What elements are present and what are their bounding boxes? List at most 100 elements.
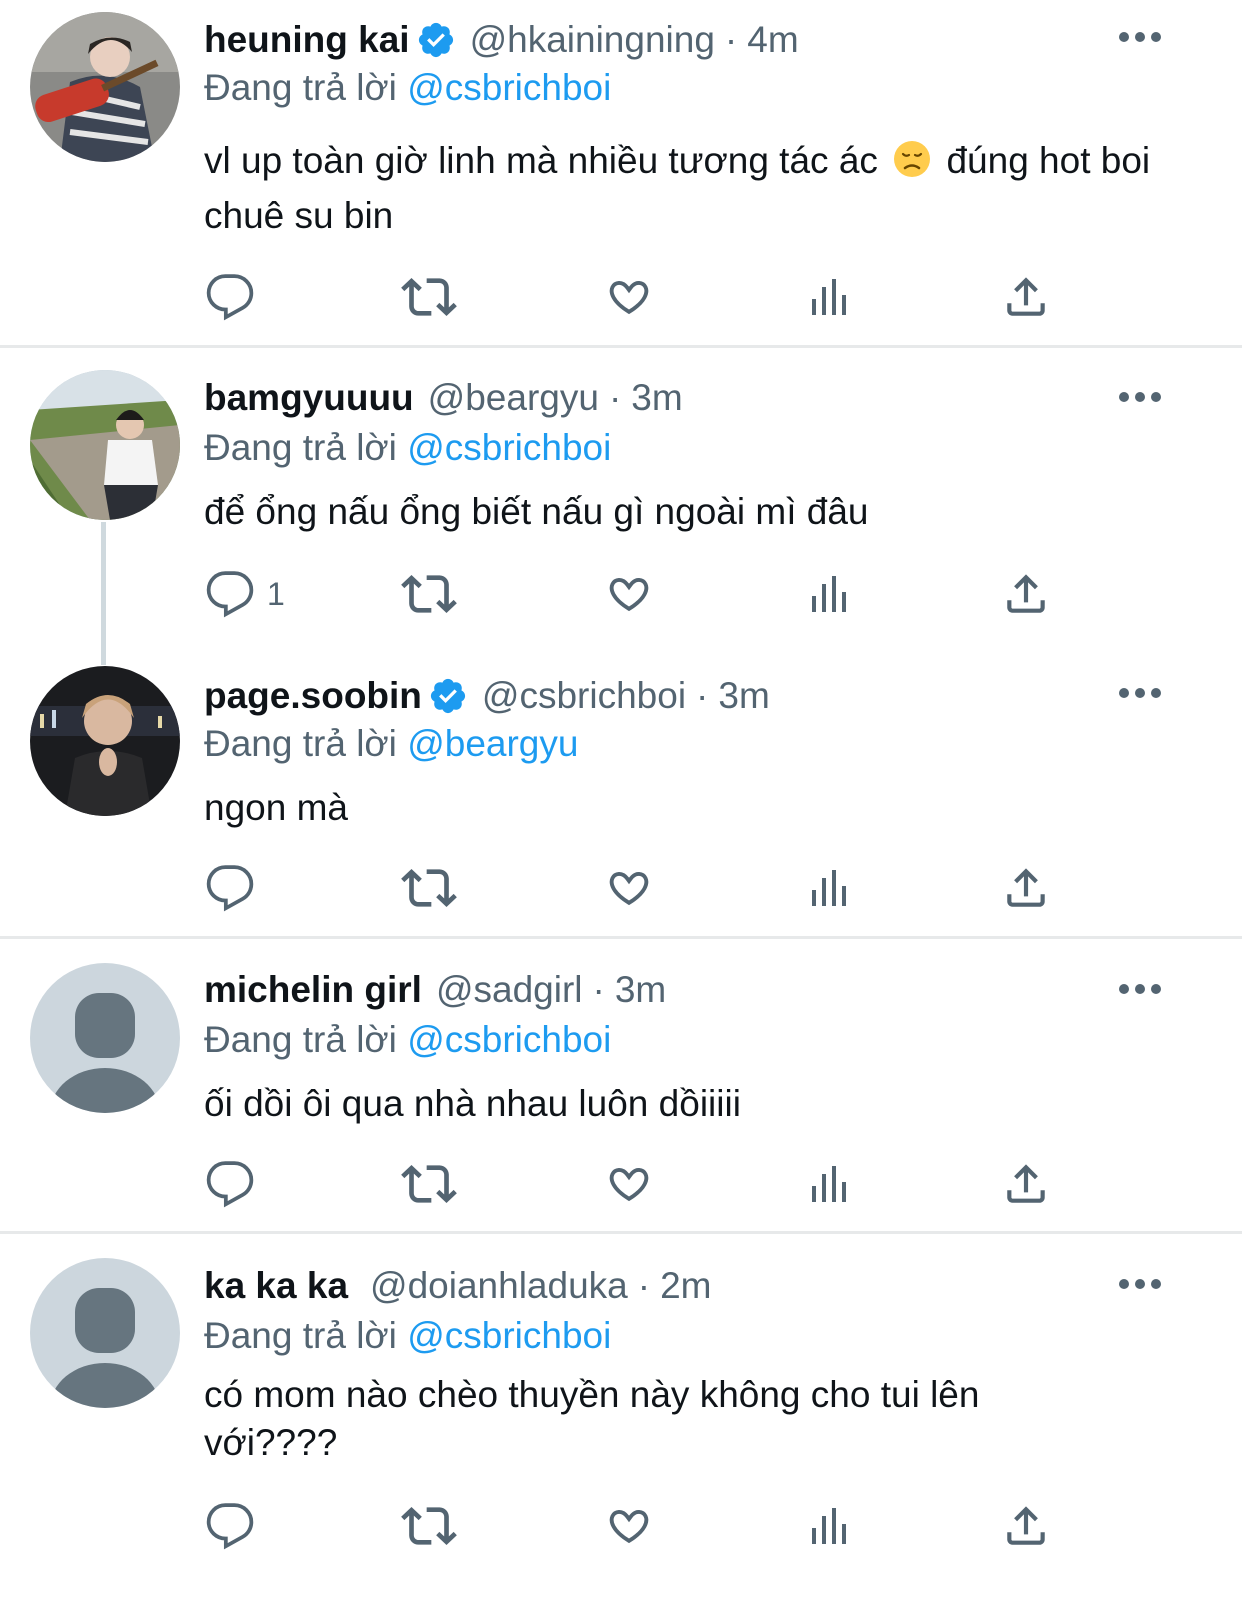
reply-button[interactable]	[205, 860, 267, 916]
reply-button[interactable]: 1	[205, 566, 285, 622]
like-button[interactable]	[603, 1498, 655, 1554]
reply-target-link[interactable]: @csbrichboi	[407, 1315, 611, 1356]
author-handle[interactable]: @csbrichboi	[482, 671, 686, 721]
reply-icon	[205, 1501, 255, 1551]
tweet-text: để ổng nấu ổng biết nấu gì ngoài mì đâu	[204, 491, 869, 532]
views-button[interactable]	[804, 1498, 852, 1554]
author-handle[interactable]: @hkainingning	[470, 15, 715, 65]
tweet-text: vl up toàn giờ linh mà nhiều tương tác á…	[204, 133, 1204, 243]
like-button[interactable]	[603, 1156, 655, 1212]
more-options-icon[interactable]	[1118, 29, 1162, 45]
replying-to: Đang trả lời @csbrichboi	[204, 1015, 611, 1065]
author-handle[interactable]: @doianhladuka	[370, 1261, 628, 1311]
author-name[interactable]: michelin girl	[204, 965, 422, 1015]
retweet-button[interactable]	[401, 269, 457, 325]
action-bar	[0, 1156, 1242, 1216]
views-button[interactable]	[804, 566, 852, 622]
views-icon	[804, 570, 852, 618]
views-button[interactable]	[804, 860, 852, 916]
more-options-icon[interactable]	[1118, 1276, 1162, 1292]
timestamp[interactable]: 3m	[631, 373, 682, 423]
disappointed-face-emoji	[894, 141, 931, 177]
retweet-icon	[401, 860, 457, 916]
tweet[interactable]: page.soobin @csbrichboi · 3m Đang trả lờ…	[0, 642, 1242, 936]
avatar[interactable]	[30, 370, 180, 520]
views-button[interactable]	[804, 1156, 852, 1212]
retweet-icon	[401, 566, 457, 622]
like-button[interactable]	[603, 860, 655, 916]
retweet-button[interactable]	[401, 1156, 457, 1212]
tweet[interactable]: michelin girl @sadgirl · 3m Đang trả lời…	[0, 939, 1242, 1231]
more-options-icon[interactable]	[1118, 389, 1162, 405]
author-name[interactable]: bamgyuuuu	[204, 373, 414, 423]
tweet[interactable]: bamgyuuuu @beargyu · 3m Đang trả lời @cs…	[0, 348, 1242, 638]
retweet-button[interactable]	[401, 566, 457, 622]
replying-to-label: Đang trả lời	[204, 67, 397, 108]
share-button[interactable]	[1001, 1498, 1051, 1554]
action-bar	[0, 1498, 1242, 1558]
like-icon	[603, 568, 655, 620]
reply-target-link[interactable]: @csbrichboi	[407, 1019, 611, 1060]
views-icon	[804, 864, 852, 912]
reply-count: 1	[267, 575, 285, 612]
retweet-button[interactable]	[401, 860, 457, 916]
reply-button[interactable]	[205, 1156, 267, 1212]
replying-to: Đang trả lời @csbrichboi	[204, 423, 611, 473]
author-name[interactable]: page.soobin	[204, 671, 422, 721]
replying-to: Đang trả lời @csbrichboi	[204, 1311, 611, 1361]
reply-button[interactable]	[205, 1498, 267, 1554]
separator: ·	[592, 969, 605, 1010]
like-button[interactable]	[603, 269, 655, 325]
timestamp[interactable]: 4m	[747, 15, 798, 65]
tweet[interactable]: ka ka ka @doianhladuka · 2m Đang trả lời…	[0, 1234, 1242, 1621]
share-icon	[1001, 863, 1051, 913]
like-icon	[603, 862, 655, 914]
retweet-icon	[401, 269, 457, 325]
retweet-icon	[401, 1498, 457, 1554]
reply-icon	[205, 863, 255, 913]
avatar[interactable]	[30, 666, 180, 816]
timestamp[interactable]: 3m	[718, 671, 769, 721]
like-icon	[603, 1158, 655, 1210]
tweet[interactable]: heuning kai @hkainingning · 4m Đang trả …	[0, 0, 1242, 345]
avatar[interactable]	[30, 12, 180, 162]
share-button[interactable]	[1001, 566, 1051, 622]
author-handle[interactable]: @sadgirl	[436, 965, 583, 1015]
timestamp[interactable]: 3m	[615, 965, 666, 1015]
replying-to-label: Đang trả lời	[204, 1019, 397, 1060]
share-button[interactable]	[1001, 269, 1051, 325]
separator: ·	[608, 377, 622, 418]
share-icon	[1001, 1159, 1051, 1209]
views-icon	[804, 273, 852, 321]
like-button[interactable]	[603, 566, 655, 622]
tweet-text: ối dồi ôi qua nhà nhau luôn dồiiiii	[204, 1083, 741, 1124]
action-bar: 1	[0, 566, 1242, 626]
author-name[interactable]: heuning kai	[204, 15, 410, 65]
reply-button[interactable]	[205, 269, 267, 325]
author-handle[interactable]: @beargyu	[428, 373, 599, 423]
replying-to-label: Đang trả lời	[204, 1315, 397, 1356]
reply-icon	[205, 569, 255, 619]
verified-badge-icon	[416, 20, 456, 60]
views-button[interactable]	[804, 269, 852, 325]
share-button[interactable]	[1001, 1156, 1051, 1212]
more-options-icon[interactable]	[1118, 685, 1162, 701]
default-avatar[interactable]	[30, 1258, 180, 1408]
timestamp[interactable]: 2m	[660, 1261, 711, 1311]
reply-target-link[interactable]: @csbrichboi	[407, 427, 611, 468]
separator: ·	[696, 675, 709, 716]
default-avatar[interactable]	[30, 963, 180, 1113]
verified-badge-icon	[428, 676, 468, 716]
more-options-icon[interactable]	[1118, 981, 1162, 997]
action-bar	[0, 860, 1242, 920]
author-name[interactable]: ka ka ka	[204, 1261, 348, 1311]
retweet-button[interactable]	[401, 1498, 457, 1554]
action-bar	[0, 269, 1242, 329]
replying-to: Đang trả lời @beargyu	[204, 719, 578, 769]
reply-target-link[interactable]: @csbrichboi	[407, 67, 611, 108]
share-icon	[1001, 272, 1051, 322]
share-button[interactable]	[1001, 860, 1051, 916]
like-icon	[603, 271, 655, 323]
reply-target-link[interactable]: @beargyu	[407, 723, 578, 764]
reply-icon	[205, 272, 255, 322]
